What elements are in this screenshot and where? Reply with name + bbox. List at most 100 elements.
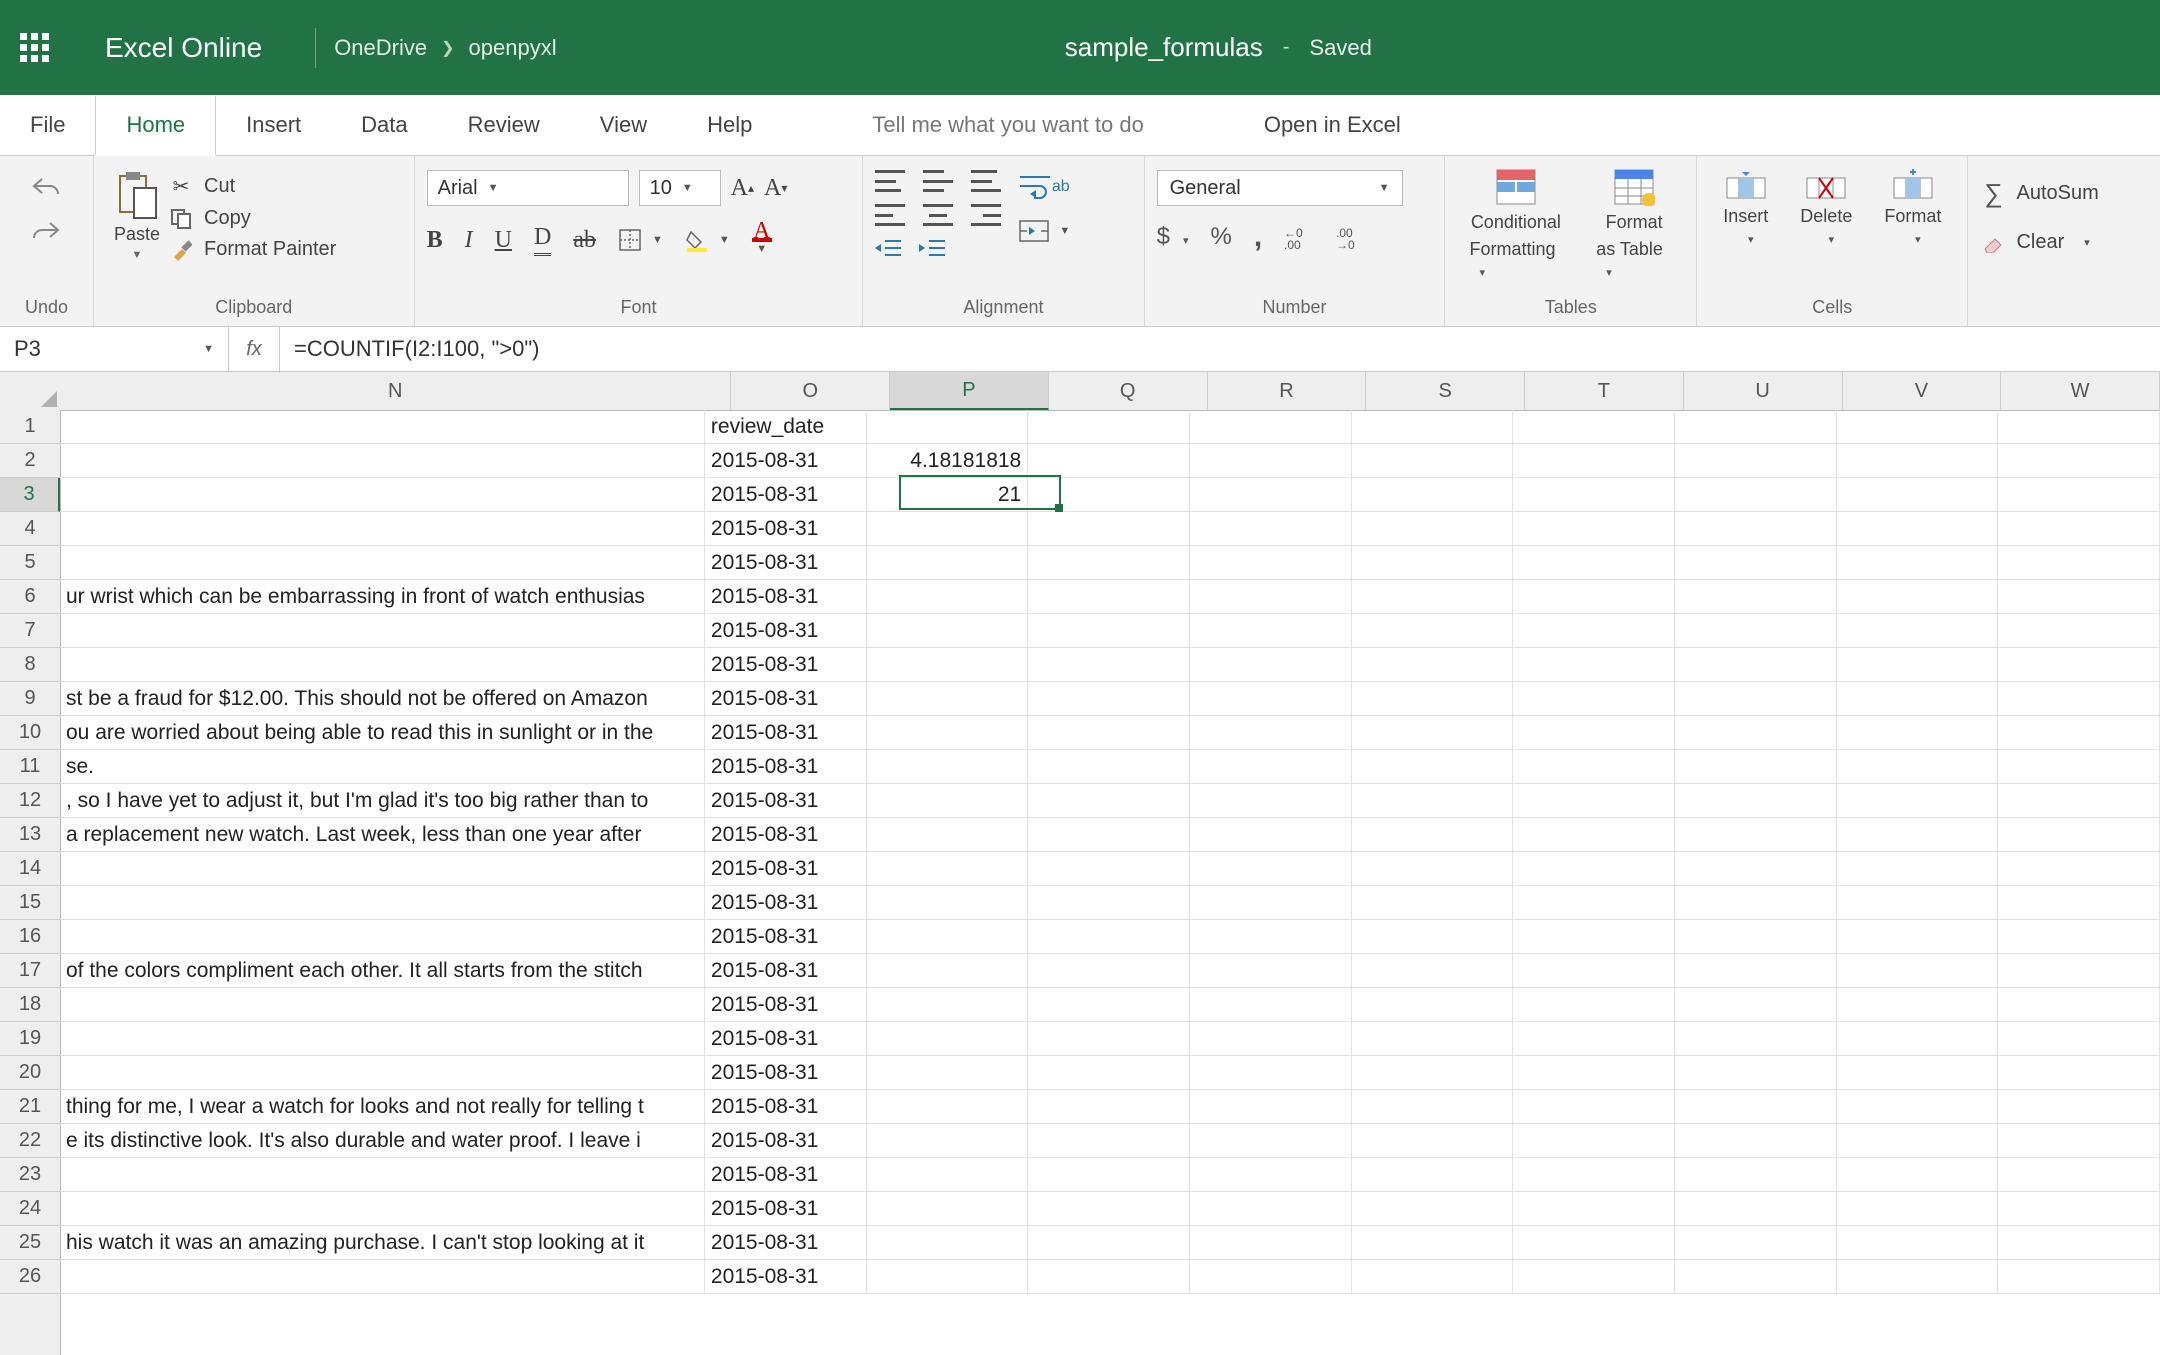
cell[interactable]	[1352, 682, 1514, 715]
cell[interactable]	[1190, 750, 1352, 783]
align-top-button[interactable]	[875, 170, 905, 192]
cell[interactable]	[60, 648, 705, 681]
tab-help[interactable]: Help	[677, 95, 782, 155]
cell[interactable]: st be a fraud for $12.00. This should no…	[60, 682, 705, 715]
cell[interactable]	[1837, 1260, 1999, 1293]
cell[interactable]	[60, 1022, 705, 1055]
cell[interactable]	[867, 546, 1029, 579]
cell[interactable]	[1675, 784, 1837, 817]
cell[interactable]	[1837, 1226, 1999, 1259]
cell[interactable]: 2015-08-31	[705, 580, 867, 613]
row-header[interactable]: 7	[0, 614, 60, 648]
cell[interactable]	[1675, 886, 1837, 919]
cell[interactable]	[1513, 444, 1675, 477]
cell[interactable]	[1513, 1022, 1675, 1055]
cell[interactable]: 21	[867, 478, 1029, 511]
cell[interactable]	[1998, 512, 2160, 545]
cell[interactable]	[1837, 954, 1999, 987]
format-painter-button[interactable]: Format Painter	[168, 234, 336, 265]
cell[interactable]	[867, 818, 1029, 851]
redo-icon[interactable]	[30, 218, 62, 244]
cell[interactable]	[1028, 1226, 1190, 1259]
cell[interactable]	[1190, 1158, 1352, 1191]
document-name[interactable]: sample_formulas	[1065, 32, 1263, 63]
tab-home[interactable]: Home	[95, 96, 216, 156]
cell[interactable]	[1513, 648, 1675, 681]
breadcrumb-item[interactable]: openpyxl	[469, 35, 557, 61]
cell[interactable]	[1028, 512, 1190, 545]
cell[interactable]	[1190, 784, 1352, 817]
cell[interactable]	[867, 682, 1029, 715]
cell[interactable]	[1837, 750, 1999, 783]
font-name-select[interactable]: Arial ▼	[427, 170, 629, 206]
row-header[interactable]: 20	[0, 1056, 60, 1090]
cell[interactable]	[1190, 1022, 1352, 1055]
row-header[interactable]: 24	[0, 1192, 60, 1226]
row-header[interactable]: 14	[0, 852, 60, 886]
cell[interactable]	[1998, 478, 2160, 511]
cell[interactable]	[1513, 1192, 1675, 1225]
cell[interactable]	[1675, 512, 1837, 545]
cell[interactable]	[1675, 410, 1837, 443]
row-header[interactable]: 15	[0, 886, 60, 920]
column-header-W[interactable]: W	[2001, 372, 2160, 410]
column-header-R[interactable]: R	[1208, 372, 1367, 410]
column-header-Q[interactable]: Q	[1049, 372, 1208, 410]
cell[interactable]	[867, 750, 1029, 783]
strikethrough-button[interactable]: ab	[573, 227, 596, 254]
cell[interactable]	[1513, 988, 1675, 1021]
cell[interactable]	[1028, 648, 1190, 681]
cell[interactable]	[1028, 444, 1190, 477]
cell[interactable]	[867, 580, 1029, 613]
row-header[interactable]: 12	[0, 784, 60, 818]
cell[interactable]	[1028, 1022, 1190, 1055]
app-launcher-button[interactable]	[20, 0, 80, 95]
cell[interactable]	[1352, 750, 1514, 783]
row-header[interactable]: 8	[0, 648, 60, 682]
cell[interactable]	[1028, 410, 1190, 443]
cell[interactable]	[1028, 1090, 1190, 1123]
cell[interactable]: 4.18181818	[867, 444, 1029, 477]
cell[interactable]: 2015-08-31	[705, 1056, 867, 1089]
cell[interactable]	[867, 1260, 1029, 1293]
cell[interactable]	[1675, 478, 1837, 511]
cell[interactable]	[1190, 1226, 1352, 1259]
cell[interactable]: 2015-08-31	[705, 478, 867, 511]
cell[interactable]	[60, 410, 705, 443]
cell[interactable]	[1675, 1192, 1837, 1225]
cell[interactable]	[1352, 1158, 1514, 1191]
cell[interactable]	[1513, 410, 1675, 443]
cell[interactable]	[1998, 614, 2160, 647]
cell[interactable]	[1513, 478, 1675, 511]
cell[interactable]	[1513, 1226, 1675, 1259]
cell[interactable]	[1837, 1090, 1999, 1123]
align-center-button[interactable]	[923, 204, 953, 226]
cell[interactable]	[1513, 784, 1675, 817]
cell[interactable]: 2015-08-31	[705, 852, 867, 885]
cell[interactable]	[1675, 1056, 1837, 1089]
cell[interactable]	[1352, 1192, 1514, 1225]
cell[interactable]: 2015-08-31	[705, 512, 867, 545]
cell[interactable]	[1513, 512, 1675, 545]
merge-cells-button[interactable]: ▼	[1019, 220, 1070, 242]
align-left-button[interactable]	[875, 204, 905, 226]
fx-label[interactable]: fx	[229, 327, 280, 371]
cell[interactable]	[1998, 1056, 2160, 1089]
cell[interactable]	[1837, 1056, 1999, 1089]
cell[interactable]	[867, 954, 1029, 987]
cell[interactable]	[1190, 682, 1352, 715]
cell[interactable]	[1190, 478, 1352, 511]
cell[interactable]	[1190, 852, 1352, 885]
cell[interactable]: 2015-08-31	[705, 444, 867, 477]
cell[interactable]	[1190, 444, 1352, 477]
cell[interactable]	[60, 444, 705, 477]
cell[interactable]: 2015-08-31	[705, 886, 867, 919]
row-header[interactable]: 2	[0, 444, 60, 478]
cell[interactable]	[1028, 478, 1190, 511]
tab-file[interactable]: File	[0, 95, 95, 155]
autosum-button[interactable]: ∑ AutoSum	[1980, 174, 2098, 213]
row-header[interactable]: 6	[0, 580, 60, 614]
cell[interactable]	[1190, 1124, 1352, 1157]
select-all-corner[interactable]	[0, 372, 61, 411]
cell[interactable]	[1675, 1022, 1837, 1055]
